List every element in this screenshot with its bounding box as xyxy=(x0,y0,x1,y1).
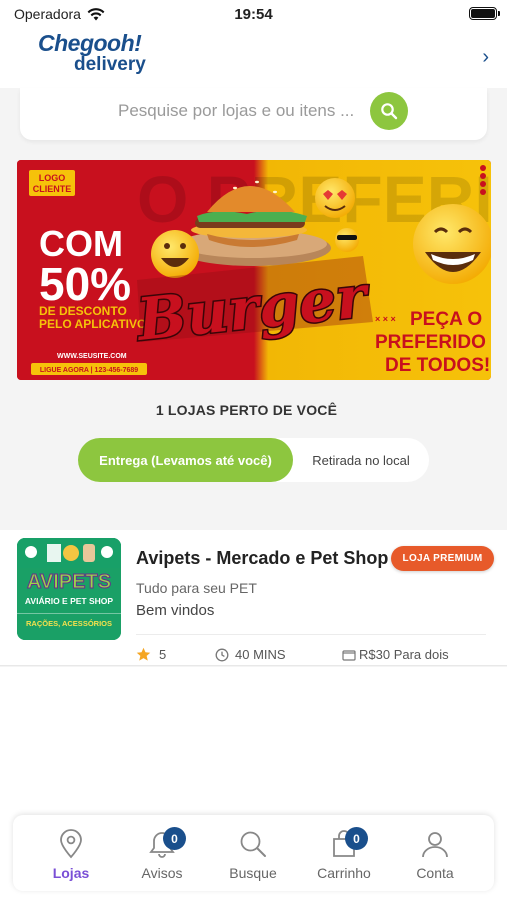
banner-logo-badge-1: LOGO xyxy=(39,173,66,183)
banner-tagline-2: PREFERIDO xyxy=(375,332,486,353)
promo-banner[interactable]: O PREFERIDO LOGO CLIENTE COM 50% DE DESC… xyxy=(17,160,491,380)
banner-tagline-1: PEÇA O xyxy=(410,309,482,330)
delivery-mode-toggle: Entrega (Levamos até você) Retirada no l… xyxy=(78,438,429,482)
tab-label: Avisos xyxy=(141,865,183,881)
premium-badge: LOJA PREMIUM xyxy=(391,546,494,571)
carrier-name: Operadora xyxy=(14,6,81,22)
search-bar[interactable]: Pesquise por lojas e ou itens ... xyxy=(20,88,487,140)
store-logo-title: AVIPETS xyxy=(27,571,111,593)
cart-badge: 0 xyxy=(345,827,368,850)
toggle-pickup[interactable]: Retirada no local xyxy=(293,438,429,482)
chevron-right-icon[interactable]: › xyxy=(482,46,489,69)
tab-lojas[interactable]: Lojas xyxy=(26,815,116,891)
search-icon xyxy=(240,831,266,857)
svg-text:× × ×: × × × xyxy=(375,314,396,324)
notifications-badge: 0 xyxy=(163,827,186,850)
wifi-icon xyxy=(87,7,105,20)
banner-discount-3: DE DESCONTO xyxy=(39,304,127,318)
search-button[interactable] xyxy=(370,92,408,130)
tab-avisos[interactable]: 0 Avisos xyxy=(117,815,207,891)
store-welcome: Bem vindos xyxy=(136,602,215,619)
banner-logo-badge-2: CLIENTE xyxy=(33,184,72,194)
banner-discount-4: PELO APLICATIVO xyxy=(39,317,146,331)
star-icon xyxy=(136,647,151,661)
store-delivery-time: 40 MINS xyxy=(215,647,286,662)
store-logo: AVIPETS AVIÁRIO E PET SHOP RAÇÕES, ACESS… xyxy=(17,538,121,640)
store-logo-sub1: AVIÁRIO E PET SHOP xyxy=(25,596,113,606)
store-card[interactable]: AVIPETS AVIÁRIO E PET SHOP RAÇÕES, ACESS… xyxy=(0,530,507,666)
tab-label: Lojas xyxy=(52,865,90,881)
stores-count-label: 1 LOJAS PERTO DE VOCÊ xyxy=(155,402,338,418)
laughing-smiley-icon xyxy=(413,204,491,284)
store-rating: 5 xyxy=(136,647,166,662)
battery-icon xyxy=(469,7,500,20)
toggle-delivery[interactable]: Entrega (Levamos até você) xyxy=(78,438,293,482)
search-input[interactable]: Pesquise por lojas e ou itens ... xyxy=(118,101,354,121)
banner-tagline-3: DE TODOS! xyxy=(385,355,490,376)
stores-section: 1 LOJAS PERTO DE VOCÊ Entrega (Levamos a… xyxy=(0,400,507,530)
store-price: R$30 Para dois xyxy=(342,647,449,662)
delivery-time-value: 40 MINS xyxy=(235,647,286,662)
location-pin-icon xyxy=(60,829,82,859)
heart-eyes-icon xyxy=(315,178,355,218)
banner-discount-2: 50% xyxy=(39,258,131,310)
store-name[interactable]: Avipets - Mercado e Pet Shop xyxy=(136,548,388,569)
price-value: R$30 Para dois xyxy=(359,647,449,662)
tab-busque[interactable]: Busque xyxy=(208,815,298,891)
user-icon xyxy=(422,832,448,858)
clock-icon xyxy=(215,648,229,661)
app-logo[interactable]: Chegooh! delivery xyxy=(38,30,146,76)
smiley-icon xyxy=(151,230,199,278)
logo-text-sub: delivery xyxy=(74,54,146,75)
wallet-icon xyxy=(342,649,356,661)
status-bar: Operadora 19:54 xyxy=(0,0,507,28)
store-logo-sub2: RAÇÕES, ACESSÓRIOS xyxy=(26,619,112,628)
banner-website: WWW.SEUSITE.COM xyxy=(57,353,127,360)
tab-label: Carrinho xyxy=(317,865,371,881)
bottom-tab-bar: Lojas 0 Avisos Busque 0 Carrinho Conta xyxy=(13,815,494,891)
tab-conta[interactable]: Conta xyxy=(390,815,480,891)
app-header: Chegooh! delivery › xyxy=(0,28,507,88)
tab-label: Conta xyxy=(416,865,454,881)
carrier-info: Operadora xyxy=(14,6,105,22)
rating-value: 5 xyxy=(159,647,167,662)
search-icon xyxy=(381,103,398,120)
card-divider xyxy=(136,634,486,635)
logo-text-main: Chegooh! xyxy=(38,30,142,56)
banner-phone: LIGUE AGORA | 123-456-7689 xyxy=(40,367,138,374)
tab-carrinho[interactable]: 0 Carrinho xyxy=(299,815,389,891)
tab-label: Busque xyxy=(229,865,277,881)
store-description: Tudo para seu PET xyxy=(136,580,257,596)
